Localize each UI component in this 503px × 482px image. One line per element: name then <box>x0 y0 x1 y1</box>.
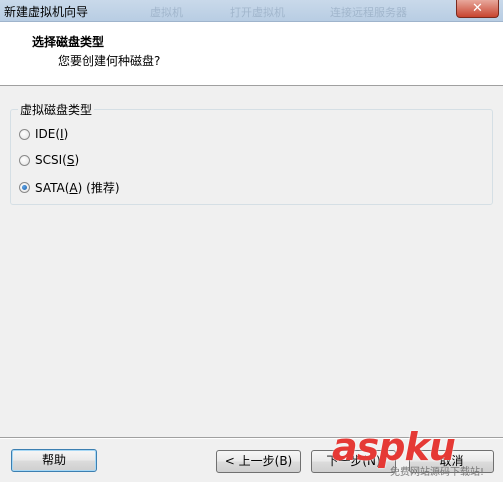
cancel-button[interactable]: 取消 <box>409 450 494 473</box>
help-button[interactable]: 帮助 <box>11 449 97 472</box>
ghost-tab: 连接远程服务器 <box>330 6 407 19</box>
radio-ide-button[interactable] <box>19 128 30 140</box>
ghost-tab: 打开虚拟机 <box>230 6 285 19</box>
disk-type-group: 虚拟磁盘类型 IDE(I) SCSI(S) SATA(A) (推荐) <box>10 101 493 205</box>
close-button[interactable]: ✕ <box>456 0 499 18</box>
title-bar: 新建虚拟机向导 虚拟机 打开虚拟机 连接远程服务器 ✕ <box>0 0 503 22</box>
close-icon: ✕ <box>472 1 483 16</box>
page-subtitle: 您要创建何种磁盘? <box>58 54 161 68</box>
next-button[interactable]: 下一步(N) <box>311 450 396 473</box>
radio-ide[interactable]: IDE(I) <box>19 127 68 141</box>
recommended-note: (推荐) <box>86 181 120 195</box>
ghost-tab: 虚拟机 <box>150 6 183 19</box>
page-title: 选择磁盘类型 <box>32 35 105 49</box>
group-label: 虚拟磁盘类型 <box>18 101 95 118</box>
radio-sata-button[interactable] <box>19 182 30 193</box>
window-title: 新建虚拟机向导 <box>4 5 89 19</box>
wizard-header: 选择磁盘类型 您要创建何种磁盘? <box>0 22 503 86</box>
radio-sata[interactable]: SATA(A) (推荐) <box>19 179 120 196</box>
radio-scsi-button[interactable] <box>19 154 30 166</box>
radio-ide-label: IDE(I) <box>35 127 69 141</box>
radio-scsi-label: SCSI(S) <box>35 153 80 167</box>
radio-scsi[interactable]: SCSI(S) <box>19 153 79 167</box>
back-button[interactable]: < 上一步(B) <box>216 450 301 473</box>
footer-divider <box>0 437 503 439</box>
radio-sata-label: SATA(A) (推荐) <box>35 181 120 195</box>
